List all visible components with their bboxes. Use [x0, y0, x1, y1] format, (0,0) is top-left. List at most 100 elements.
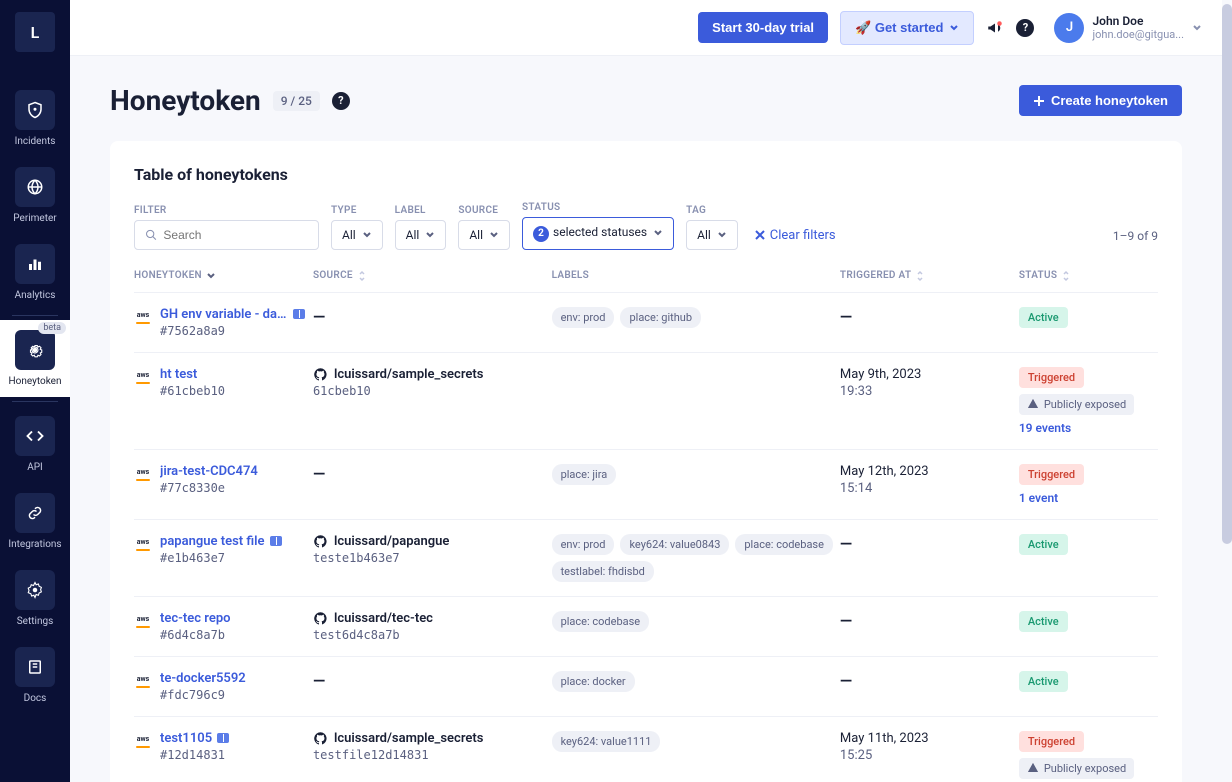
chevron-down-icon	[949, 23, 959, 33]
table-row[interactable]: awste-docker5592#fdc796c9—place: docker—…	[134, 657, 1158, 717]
cog-icon	[26, 581, 44, 599]
nav-perimeter[interactable]: Perimeter	[0, 157, 70, 234]
type-filter[interactable]: All	[331, 220, 383, 250]
book-icon	[217, 733, 229, 743]
empty-dash: —	[840, 611, 852, 630]
source-repo[interactable]: lcuissard/sample_secrets	[313, 367, 552, 382]
pagination-info: 1–9 of 9	[1113, 229, 1158, 250]
nav-label: Integrations	[8, 539, 61, 550]
honeytoken-name[interactable]: jira-test-CDC474	[160, 464, 258, 479]
aws-icon: aws	[134, 310, 152, 321]
source-repo[interactable]: lcuissard/sample_secrets	[313, 731, 552, 746]
source-sub: test6d4c8a7b	[313, 628, 552, 642]
empty-dash: —	[313, 464, 325, 483]
warning-icon	[1027, 762, 1039, 774]
label-pill: env: prod	[552, 307, 615, 328]
table-row[interactable]: awspapangue test file#e1b463e7lcuissard/…	[134, 520, 1158, 597]
scroll-thumb[interactable]	[1222, 4, 1232, 544]
triggered-date: May 11th, 2023	[840, 731, 1019, 746]
label-pill: place: codebase	[552, 611, 650, 632]
get-started-label: 🚀 Get started	[855, 20, 943, 36]
source-filter[interactable]: All	[458, 220, 510, 250]
events-link[interactable]: 19 events	[1019, 421, 1071, 435]
status-count-badge: 2	[533, 226, 549, 242]
table-row[interactable]: awsGH env variable - dat…#7562a8a9—env: …	[134, 293, 1158, 353]
chevron-down-icon	[206, 271, 216, 281]
table-row[interactable]: awsjira-test-CDC474#77c8330e—place: jira…	[134, 450, 1158, 520]
nav-docs[interactable]: Docs	[0, 637, 70, 714]
gear-icon	[26, 341, 44, 359]
nav-incidents[interactable]: Incidents	[0, 80, 70, 157]
honeytoken-id: #77c8330e	[160, 481, 258, 495]
start-trial-button[interactable]: Start 30-day trial	[698, 12, 828, 43]
table-row[interactable]: awsht test#61cbeb10lcuissard/sample_secr…	[134, 353, 1158, 450]
honeytoken-id: #6d4c8a7b	[160, 628, 231, 642]
page-help-icon[interactable]: ?	[332, 92, 350, 110]
col-status[interactable]: STATUS	[1019, 270, 1158, 282]
search-input-wrap[interactable]	[134, 220, 319, 250]
honeytoken-name[interactable]: ht test	[160, 367, 225, 382]
label-pill: env: prod	[552, 534, 615, 555]
sort-icon	[357, 270, 367, 282]
nav-divider	[12, 315, 58, 316]
honeytoken-name[interactable]: test1105	[160, 731, 229, 746]
search-input[interactable]	[163, 228, 308, 242]
col-triggered[interactable]: TRIGGERED AT	[840, 270, 1019, 282]
table-row[interactable]: awstest1105#12d14831lcuissard/sample_sec…	[134, 717, 1158, 782]
book-icon	[26, 658, 44, 676]
empty-dash: —	[313, 307, 325, 326]
github-icon	[313, 731, 328, 746]
app-logo[interactable]: L	[15, 12, 55, 52]
nav-analytics[interactable]: Analytics	[0, 234, 70, 311]
filter-label: TAG	[686, 205, 738, 216]
announce-icon[interactable]	[986, 19, 1004, 37]
user-menu[interactable]: J John Doe john.doe@gitgua...	[1054, 13, 1202, 43]
code-icon	[26, 427, 44, 445]
source-repo[interactable]: lcuissard/papangue	[313, 534, 552, 549]
events-link[interactable]: 1 event	[1019, 491, 1058, 505]
triggered-time: 15:14	[840, 481, 1019, 496]
create-honeytoken-button[interactable]: Create honeytoken	[1019, 85, 1182, 116]
col-honeytoken[interactable]: HONEYTOKEN	[134, 270, 313, 282]
user-name: John Doe	[1092, 14, 1184, 28]
chevron-down-icon	[717, 230, 727, 240]
nav-label: Settings	[17, 616, 54, 627]
user-email: john.doe@gitgua...	[1092, 28, 1184, 41]
scrollbar[interactable]	[1222, 0, 1232, 782]
nav-divider	[12, 401, 58, 402]
count-badge: 9 / 25	[273, 91, 320, 111]
chart-icon	[26, 255, 44, 273]
col-labels: LABELS	[552, 270, 840, 282]
label-pill: key624: value1111	[552, 731, 661, 752]
label-filter[interactable]: All	[395, 220, 447, 250]
honeytoken-name[interactable]: papangue test file	[160, 534, 282, 549]
warning-icon	[1027, 398, 1039, 410]
nav-label: Analytics	[15, 290, 56, 301]
chevron-down-icon	[425, 230, 435, 240]
clear-filters-button[interactable]: Clear filters	[754, 228, 836, 250]
sort-icon	[1061, 270, 1071, 282]
status-filter[interactable]: 2selected statuses	[522, 217, 674, 250]
nav-settings[interactable]: Settings	[0, 560, 70, 637]
nav-integrations[interactable]: Integrations	[0, 483, 70, 560]
honeytoken-name[interactable]: tec-tec repo	[160, 611, 231, 626]
search-icon	[145, 228, 157, 242]
honeytoken-name[interactable]: te-docker5592	[160, 671, 246, 686]
help-icon[interactable]: ?	[1016, 19, 1034, 37]
source-sub: testfile12d14831	[313, 748, 552, 762]
tag-filter[interactable]: All	[686, 220, 738, 250]
nav-honeytoken[interactable]: beta Honeytoken	[0, 320, 70, 397]
table-row[interactable]: awstec-tec repo#6d4c8a7blcuissard/tec-te…	[134, 597, 1158, 657]
plus-icon	[1033, 95, 1045, 107]
get-started-button[interactable]: 🚀 Get started	[840, 11, 974, 45]
empty-dash: —	[313, 671, 325, 690]
source-sub: teste1b463e7	[313, 551, 552, 565]
filter-label: SOURCE	[458, 205, 510, 216]
label-pill: place: jira	[552, 464, 617, 485]
source-repo[interactable]: lcuissard/tec-tec	[313, 611, 552, 626]
nav-api[interactable]: API	[0, 406, 70, 483]
col-source[interactable]: SOURCE	[313, 270, 552, 282]
label-pill: place: codebase	[735, 534, 833, 555]
aws-icon: aws	[134, 674, 152, 685]
honeytoken-name[interactable]: GH env variable - dat…	[160, 307, 305, 322]
